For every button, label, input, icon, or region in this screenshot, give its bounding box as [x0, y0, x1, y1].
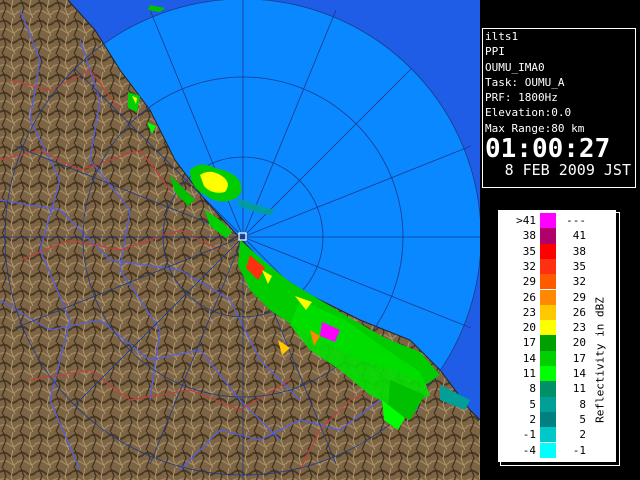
legend-row: 38 41 — [498, 228, 616, 244]
legend-upper-label: 2 — [529, 412, 536, 426]
product-name: OUMU_IMA0 — [485, 60, 545, 74]
scan-date: 8 FEB 2009 JST — [504, 161, 631, 180]
legend-row: 17 20 — [498, 335, 616, 351]
legend-color-swatch — [540, 411, 556, 428]
legend-color-swatch — [540, 258, 556, 275]
legend-row: 23 26 — [498, 304, 616, 321]
legend-upper-label: 23 — [522, 305, 536, 319]
legend-color-swatch — [540, 320, 556, 336]
site-name: ilts1 — [485, 30, 519, 43]
legend-lower-label: 38 — [572, 244, 586, 258]
legend-row: 25 — [498, 411, 616, 428]
legend-lower-label: 32 — [572, 275, 586, 289]
legend-row: 20 23 — [498, 320, 616, 336]
legend-color-swatch — [540, 243, 556, 259]
legend-row: 35 38 — [498, 243, 616, 259]
legend-row: -4 -1 — [498, 442, 616, 458]
legend-color-swatch — [540, 289, 556, 305]
legend-upper-label: 17 — [522, 336, 536, 350]
legend-color-swatch — [540, 304, 556, 321]
scan-mode: PPI — [485, 45, 505, 59]
legend-color-swatch — [540, 335, 556, 351]
legend-upper-label: -1 — [522, 428, 536, 442]
legend-row: 58 — [498, 396, 616, 412]
task-name: Task: OUMU_A — [485, 75, 565, 89]
legend-row: >41 --- — [498, 213, 616, 229]
legend-lower-label: 5 — [579, 412, 586, 426]
legend-color-swatch — [540, 381, 556, 397]
legend-upper-label: -4 — [522, 443, 536, 457]
legend-color-swatch — [540, 350, 556, 366]
legend-upper-label: 32 — [522, 259, 536, 273]
legend-color-swatch — [540, 274, 556, 290]
legend-upper-label: >41 — [516, 214, 536, 227]
legend-lower-label: 8 — [579, 397, 586, 411]
legend-color-swatch — [540, 396, 556, 412]
legend-row: 14 17 — [498, 350, 616, 366]
legend-color-swatch — [540, 427, 556, 443]
legend-upper-label: 29 — [522, 275, 536, 289]
legend-lower-label: 41 — [572, 229, 586, 243]
legend-color-swatch — [540, 442, 556, 458]
legend-color-swatch — [540, 366, 556, 382]
prf-value: PRF: 1800Hz — [485, 91, 558, 105]
radar-ppi-display — [0, 0, 480, 480]
legend-row: 29 32 — [498, 274, 616, 290]
legend-upper-label: 11 — [522, 367, 536, 380]
legend-lower-label: --- — [566, 214, 586, 227]
legend-lower-label: 23 — [572, 321, 586, 335]
legend-color-swatch — [540, 213, 556, 229]
legend-lower-label: 2 — [579, 428, 586, 442]
elevation-value: Elevation:0.0 — [485, 106, 572, 120]
legend-lower-label: 29 — [572, 290, 586, 304]
legend-upper-label: 26 — [522, 290, 536, 304]
legend-upper-label: 35 — [522, 244, 536, 258]
legend-lower-label: 20 — [572, 336, 586, 350]
legend-row: 8 11 — [498, 381, 616, 397]
scan-time: 01:00:27 — [485, 134, 611, 165]
legend-lower-label: 14 — [572, 367, 586, 380]
legend-row: -1 2 — [498, 427, 616, 443]
reflectivity-legend: Reflectivity in dBZ >41 --- 38 41 35 38 32 35 29… — [498, 210, 616, 462]
legend-lower-label: -1 — [572, 443, 586, 457]
legend-row: 26 29 — [498, 289, 616, 305]
legend-row: 11 14 — [498, 366, 616, 382]
legend-upper-label: 5 — [529, 397, 536, 411]
legend-upper-label: 20 — [522, 321, 536, 335]
legend-upper-label: 38 — [522, 229, 536, 243]
scan-info-box: ilts1 PPI OUMU_IMA0 Task: OUMU_A PRF: 18… — [482, 28, 636, 188]
legend-upper-label: 14 — [522, 351, 536, 365]
legend-lower-label: 26 — [572, 305, 586, 319]
legend-lower-label: 11 — [572, 382, 586, 396]
legend-upper-label: 8 — [529, 382, 536, 396]
legend-lower-label: 17 — [572, 351, 586, 365]
legend-color-swatch — [540, 228, 556, 244]
legend-lower-label: 35 — [572, 259, 586, 273]
legend-row: 32 35 — [498, 258, 616, 275]
